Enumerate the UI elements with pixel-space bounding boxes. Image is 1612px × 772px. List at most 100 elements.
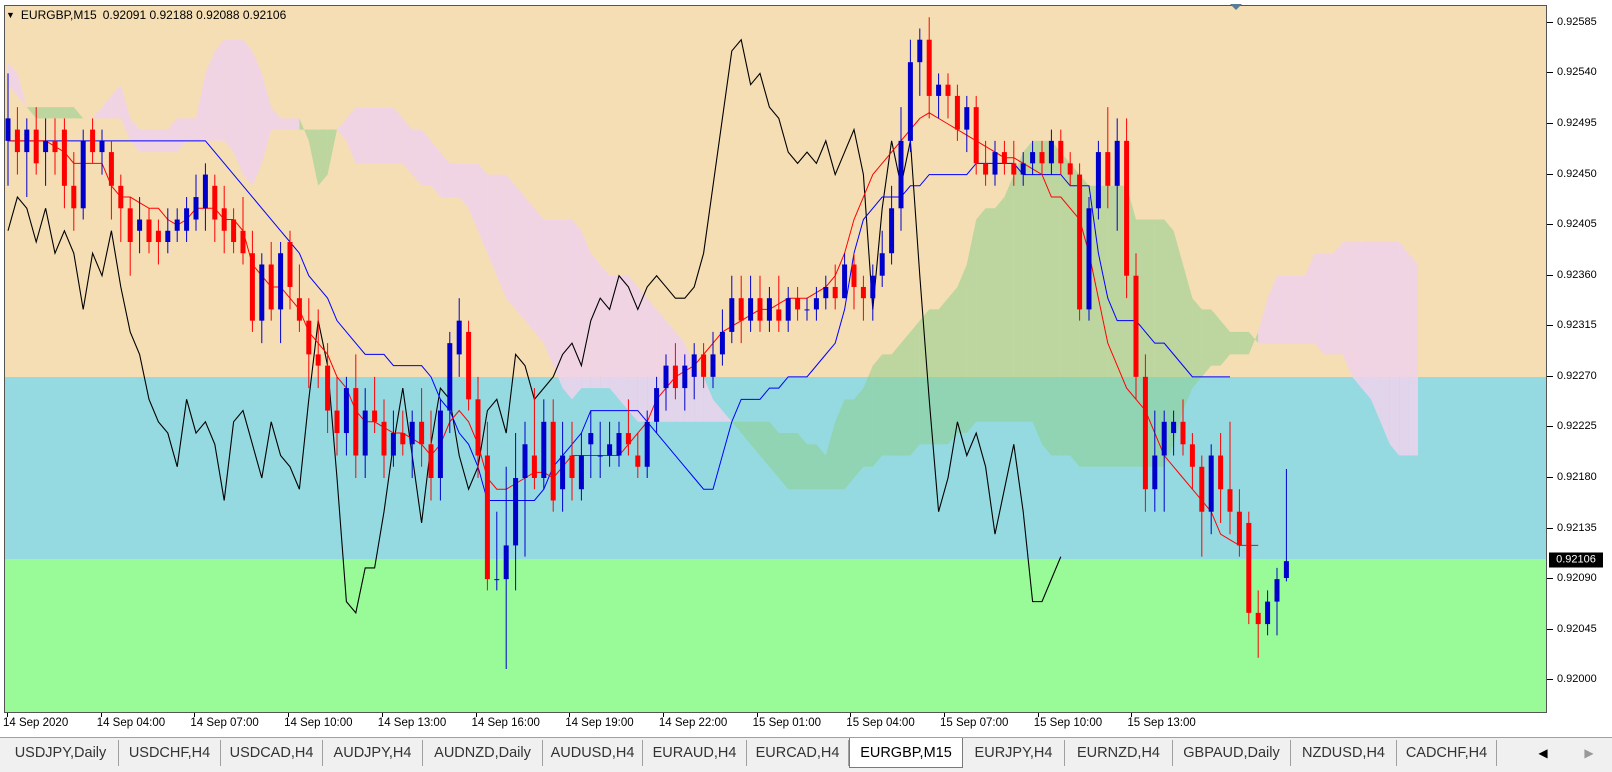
candle-body [1077,174,1083,310]
candle-body [1011,163,1017,175]
candle-body [860,286,866,299]
price-label: 0.92405 [1557,218,1597,231]
candle-body [306,320,312,355]
chart-shift-marker-icon[interactable] [1230,4,1242,10]
candle-body [287,242,293,287]
ichimoku-cloud-segment [55,107,65,119]
ichimoku-cloud-segment [496,174,507,299]
ichimoku-cloud-segment [1352,242,1362,389]
ichimoku-cloud-segment [590,253,601,389]
chart-window[interactable]: ▼ EURGBP,M15 0.92091 0.92188 0.92088 0.9… [0,0,1612,737]
candle-body [108,152,114,186]
tab-euraud-h4[interactable]: EURAUD,H4 [643,740,747,766]
candle-body [259,264,265,321]
candle-body [560,455,566,490]
ichimoku-cloud-segment [741,421,751,445]
candle-body [71,185,77,209]
ichimoku-cloud-segment [355,107,366,164]
price-label: 0.92180 [1557,471,1597,483]
ichimoku-cloud-segment [45,107,55,119]
price-tick [1547,527,1553,529]
candlestick-chart [5,17,1418,670]
ichimoku-cloud-segment [534,208,544,344]
candle-body [522,444,528,478]
tab-audusd-h4[interactable]: AUDUSD,H4 [543,740,643,766]
ichimoku-cloud-segment [468,163,478,231]
triangle-left-icon[interactable]: ◀ [1520,746,1566,760]
candle-body [447,343,453,411]
tab-eurgbp-m15[interactable]: EURGBP,M15 [849,738,963,768]
candle-body [419,421,425,445]
candle-body [569,455,575,478]
candle-body [193,197,199,220]
chart-menu-triangle-icon[interactable]: ▼ [6,10,15,20]
ichimoku-cloud-segment [1389,242,1400,456]
tab-usdjpy-daily[interactable]: USDJPY,Daily [3,740,119,766]
candle-body [1199,466,1205,512]
tab-usdchf-h4[interactable]: USDCHF,H4 [119,740,221,766]
triangle-right-icon[interactable]: ▶ [1566,746,1612,760]
tab-audnzd-daily[interactable]: AUDNZD,Daily [423,740,543,766]
ichimoku-cloud-segment [929,309,939,445]
ichimoku-cloud-segment [337,118,347,141]
candle-body [503,545,509,580]
ichimoku-cloud-segment [449,163,460,198]
tab-eurcad-h4[interactable]: EURCAD,H4 [747,740,849,766]
ichimoku-cloud-segment [102,95,112,119]
candle-body [33,129,39,164]
tab-eurnzd-h4[interactable]: EURNZD,H4 [1065,740,1173,766]
ichimoku-cloud-segment [393,107,403,164]
candle-body [879,253,885,276]
candle-body [1030,152,1036,164]
candle-body [926,39,932,96]
chart-plot-area[interactable] [4,5,1547,713]
ichimoku-cloud-segment [1107,185,1118,467]
tab-eurjpy-h4[interactable]: EURJPY,H4 [963,740,1065,766]
tab-audjpy-h4[interactable]: AUDJPY,H4 [323,740,423,766]
candle-body [14,129,20,153]
tab-nzdusd-h4[interactable]: NZDUSD,H4 [1291,740,1397,766]
candle-body [719,331,725,355]
price-tick [1547,274,1553,276]
time-axis[interactable]: 14 Sep 2020 14 Sep 04:00 14 Sep 07:00 14 Se… [0,713,1547,735]
price-axis[interactable]: 0.92585 0.92540 0.92495 0.92450 0.92405 0.923… [1547,5,1612,713]
ichimoku-cloud-segment [1230,331,1240,355]
candle-body [842,264,848,299]
ichimoku-cloud-segment [290,118,300,130]
ichimoku-cloud-segment [938,298,948,445]
candle-body [212,185,218,220]
tab-gbpaud-daily[interactable]: GBPAUD,Daily [1173,740,1291,766]
candle-body [907,62,913,141]
price-label: 0.92225 [1557,420,1597,433]
candle-body [334,410,340,434]
ichimoku-cloud-segment [778,433,789,490]
candle-body [701,354,707,377]
ichimoku-cloud-segment [196,73,206,141]
candle-body [1180,421,1186,445]
candle-body [1086,208,1092,310]
chart-tab-bar: USDJPY,Daily USDCHF,H4 USDCAD,H4 AUDJPY,H4 A… [0,737,1612,772]
ichimoku-cloud-segment [713,399,723,422]
ichimoku-cloud-segment [844,399,854,490]
candle-body [635,455,641,467]
candle-body [184,208,190,231]
ichimoku-cloud-segment [130,118,140,153]
ichimoku-cloud-segment [966,219,977,434]
ichimoku-cloud-segment [807,444,817,490]
price-tick [1547,173,1553,175]
candle-body [99,140,105,153]
tab-usdcad-h4[interactable]: USDCAD,H4 [221,740,323,766]
price-tick [1547,21,1553,23]
ichimoku-cloud-segment [111,84,121,119]
candle-body [936,84,942,96]
tab-cadchf-h4[interactable]: CADCHF,H4 [1397,740,1497,766]
price-label: 0.92135 [1557,521,1597,534]
ichimoku-cloud-segment [365,107,375,164]
ichimoku-cloud-segment [863,365,873,467]
candle-body [165,230,171,242]
candle-body [964,107,970,130]
ichimoku-cloud-segment [421,129,431,186]
time-label: 14 Sep 22:00 [658,717,728,729]
ichimoku-cloud-segment [600,264,610,389]
candle-body [766,298,772,321]
